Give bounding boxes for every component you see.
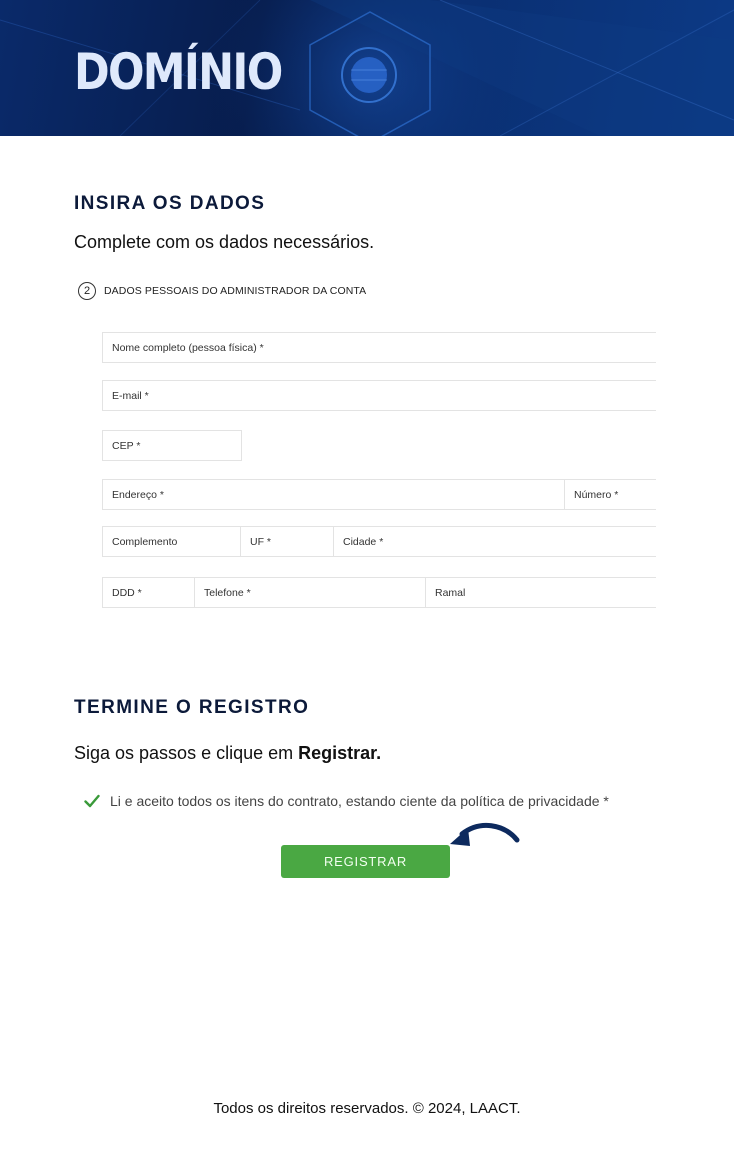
register-text-prefix: Siga os passos e clique em — [74, 743, 299, 763]
full-name-field[interactable]: Nome completo (pessoa física) * — [102, 332, 656, 363]
ddd-field[interactable]: DDD * — [102, 577, 195, 608]
address-field[interactable]: Endereço * — [102, 479, 565, 510]
city-field[interactable]: Cidade * — [333, 526, 656, 557]
complement-field[interactable]: Complemento — [102, 526, 241, 557]
register-text-bold: Registrar. — [298, 743, 382, 763]
ddd-label: DDD * — [112, 586, 142, 599]
uf-field[interactable]: UF * — [240, 526, 334, 557]
cep-label: CEP * — [112, 439, 141, 452]
section-subtitle-register: Siga os passos e clique em Registrar. — [74, 743, 381, 764]
email-field[interactable]: E-mail * — [102, 380, 656, 411]
footer-copyright: Todos os direitos reservados. © 2024, LA… — [213, 1100, 521, 1117]
step-number: 2 — [78, 282, 96, 300]
step-label: DADOS PESSOAIS DO ADMINISTRADOR DA CONTA — [104, 285, 367, 297]
phone-label: Telefone * — [204, 586, 251, 599]
complement-label: Complemento — [112, 535, 178, 548]
step-indicator: 2 DADOS PESSOAIS DO ADMINISTRADOR DA CON… — [78, 281, 366, 301]
register-button[interactable]: REGISTRAR — [281, 845, 450, 878]
address-label: Endereço * — [112, 488, 164, 501]
consent-text: Li e aceito todos os itens do contrato, … — [110, 793, 609, 809]
uf-label: UF * — [250, 535, 271, 548]
city-label: Cidade * — [343, 535, 384, 548]
full-name-label: Nome completo (pessoa física) * — [112, 341, 264, 354]
brand-title: DOMÍNIO — [74, 43, 283, 101]
section-title-data: INSIRA OS DADOS — [74, 193, 266, 214]
extension-field[interactable]: Ramal — [425, 577, 656, 608]
number-field[interactable]: Número * — [564, 479, 656, 510]
curved-arrow-icon — [450, 822, 520, 846]
consent-checkbox[interactable]: Li e aceito todos os itens do contrato, … — [84, 790, 609, 812]
section-subtitle-data: Complete com os dados necessários. — [74, 232, 375, 252]
number-label: Número * — [574, 488, 619, 501]
cep-field[interactable]: CEP * — [102, 430, 242, 461]
extension-label: Ramal — [435, 586, 466, 599]
phone-field[interactable]: Telefone * — [194, 577, 426, 608]
check-icon[interactable] — [84, 794, 100, 808]
header-banner: DOMÍNIO — [0, 0, 734, 136]
email-label: E-mail * — [112, 389, 149, 402]
section-title-register: TERMINE O REGISTRO — [74, 697, 310, 718]
